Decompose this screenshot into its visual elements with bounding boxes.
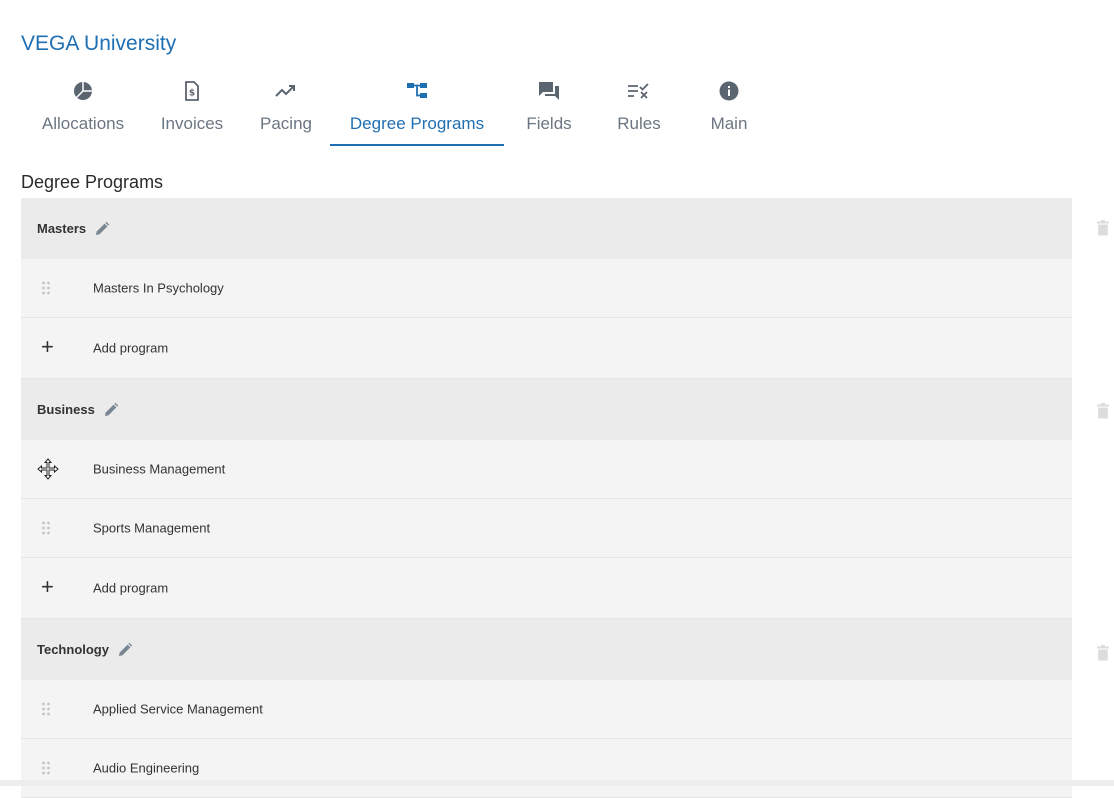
group-name: Business [37,402,95,417]
tab-rules[interactable]: Rules [606,72,672,144]
trending-up-icon [275,80,297,102]
add-program-label: Add program [93,580,169,596]
drag-handle-icon[interactable] [41,761,51,775]
group-header-business: Business [21,379,1072,440]
tab-fields[interactable]: Fields [514,72,584,144]
program-row[interactable]: Sports Management [21,499,1072,558]
program-name: Sports Management [93,520,211,536]
tab-pacing[interactable]: Pacing [250,72,322,144]
edit-pencil-icon[interactable] [117,642,133,658]
tab-main[interactable]: Main [699,72,759,144]
program-name: Applied Service Management [93,701,263,717]
program-row[interactable]: Masters In Psychology [21,259,1072,318]
add-program-button[interactable]: + Add program [21,558,1072,619]
program-row[interactable]: Business Management [21,440,1072,499]
program-row[interactable]: Audio Engineering [21,739,1072,798]
group-header-masters: Masters [21,198,1072,259]
plus-icon: + [41,333,54,359]
tab-label: Pacing [260,114,312,133]
degree-program-list: Masters Masters In Psychology + Add prog… [21,198,1072,798]
forum-icon [538,80,560,102]
edit-pencil-icon[interactable] [94,221,110,237]
tab-label: Invoices [160,114,224,133]
trash-icon[interactable] [1097,220,1109,236]
hierarchy-icon [406,80,428,102]
app-title: VEGA University [21,32,177,55]
section-title: Degree Programs [21,172,164,192]
tab-degree-programs[interactable]: Degree Programs [330,72,504,146]
invoice-icon: $ [184,80,200,102]
trash-icon[interactable] [1097,403,1109,419]
move-cursor-icon[interactable] [37,458,59,480]
rules-icon [627,80,651,102]
plus-icon: + [41,573,54,599]
tab-label: Rules [617,114,661,133]
tab-allocations[interactable]: Allocations [33,72,133,144]
tab-label: Main [710,114,748,133]
tab-label: Fields [526,114,572,133]
drag-handle-icon[interactable] [41,281,51,295]
tab-invoices[interactable]: $ Invoices [152,72,232,144]
group-name: Technology [37,642,109,657]
trash-icon[interactable] [1097,645,1109,661]
program-name: Audio Engineering [93,760,200,776]
drag-handle-icon[interactable] [41,521,51,535]
tab-bar: Allocations $ Invoices Pacing Degree Pro… [0,72,800,148]
add-program-label: Add program [93,340,169,356]
add-program-button[interactable]: + Add program [21,318,1072,379]
info-icon [719,80,739,102]
program-name: Business Management [93,461,226,477]
tab-label: Allocations [41,114,125,133]
pie-chart-icon [73,80,93,102]
bottom-edge [0,780,1114,786]
drag-handle-icon[interactable] [41,702,51,716]
edit-pencil-icon[interactable] [103,402,119,418]
group-header-technology: Technology [21,619,1072,680]
program-row[interactable]: Applied Service Management [21,680,1072,739]
tab-label: Degree Programs [349,114,485,133]
svg-text:$: $ [189,89,195,99]
program-name: Masters In Psychology [93,280,224,296]
group-name: Masters [37,221,87,236]
